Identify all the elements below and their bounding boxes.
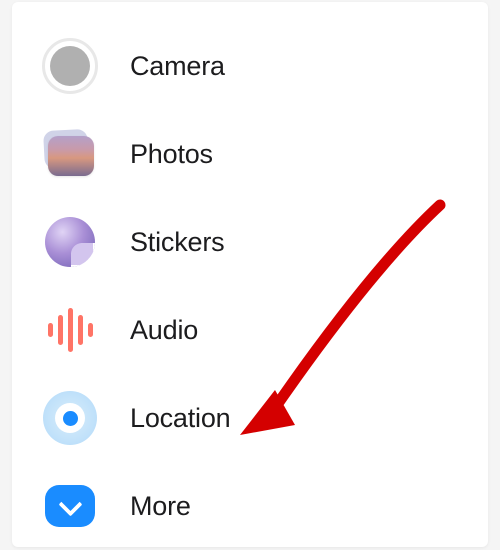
menu-item-label: Stickers: [130, 227, 224, 258]
audio-icon: [40, 300, 100, 360]
chevron-down-icon: [61, 497, 79, 515]
menu-item-label: Audio: [130, 315, 198, 346]
photos-icon: [40, 124, 100, 184]
menu-item-label: Photos: [130, 139, 213, 170]
menu-item-more[interactable]: More: [12, 462, 488, 550]
menu-item-location[interactable]: Location: [12, 374, 488, 462]
menu-item-audio[interactable]: Audio: [12, 286, 488, 374]
attachment-menu: Camera Photos Stickers Audio: [12, 2, 488, 547]
menu-item-camera[interactable]: Camera: [12, 22, 488, 110]
more-icon: [40, 476, 100, 536]
menu-item-stickers[interactable]: Stickers: [12, 198, 488, 286]
menu-item-label: More: [130, 491, 191, 522]
location-icon: [40, 388, 100, 448]
camera-icon: [40, 36, 100, 96]
menu-item-label: Camera: [130, 51, 225, 82]
menu-item-photos[interactable]: Photos: [12, 110, 488, 198]
stickers-icon: [40, 212, 100, 272]
menu-item-label: Location: [130, 403, 230, 434]
